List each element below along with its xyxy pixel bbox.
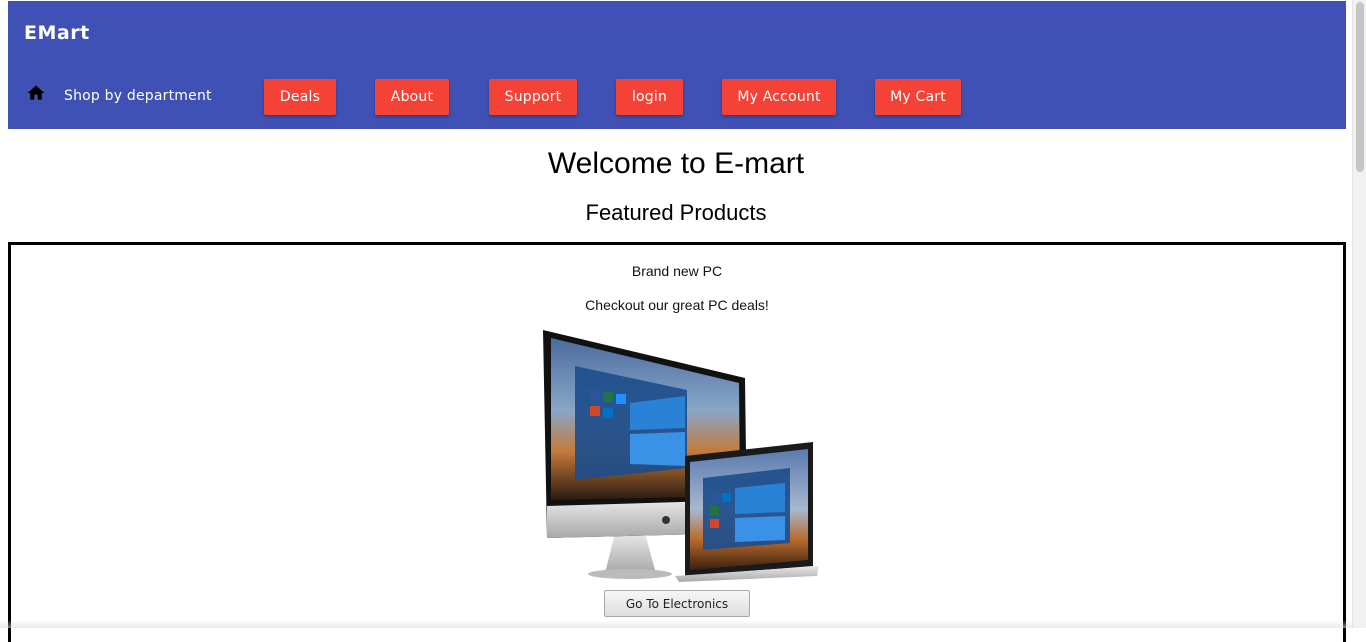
support-button[interactable]: Support	[489, 79, 577, 115]
product-description: Checkout our great PC deals!	[585, 297, 769, 313]
login-button[interactable]: login	[616, 79, 683, 115]
product-image	[543, 330, 819, 582]
app-bar: EMart Shop by department Deals About Sup…	[8, 1, 1346, 129]
my-account-button[interactable]: My Account	[722, 79, 836, 115]
deals-button[interactable]: Deals	[264, 79, 336, 115]
vertical-scrollbar[interactable]	[1352, 0, 1366, 628]
scrollbar-thumb[interactable]	[1356, 2, 1364, 172]
shop-by-department-link[interactable]: Shop by department	[64, 88, 212, 104]
about-button[interactable]: About	[375, 79, 449, 115]
go-to-electronics-button[interactable]: Go To Electronics	[604, 590, 750, 617]
section-title: Featured Products	[585, 200, 767, 225]
page-bottom-fade	[0, 620, 1352, 628]
product-title: Brand new PC	[631, 263, 723, 279]
my-cart-button[interactable]: My Cart	[875, 79, 961, 115]
home-icon[interactable]	[26, 83, 46, 103]
page-title: Welcome to E-mart	[547, 147, 805, 180]
brand-logo[interactable]: EMart	[24, 22, 90, 44]
